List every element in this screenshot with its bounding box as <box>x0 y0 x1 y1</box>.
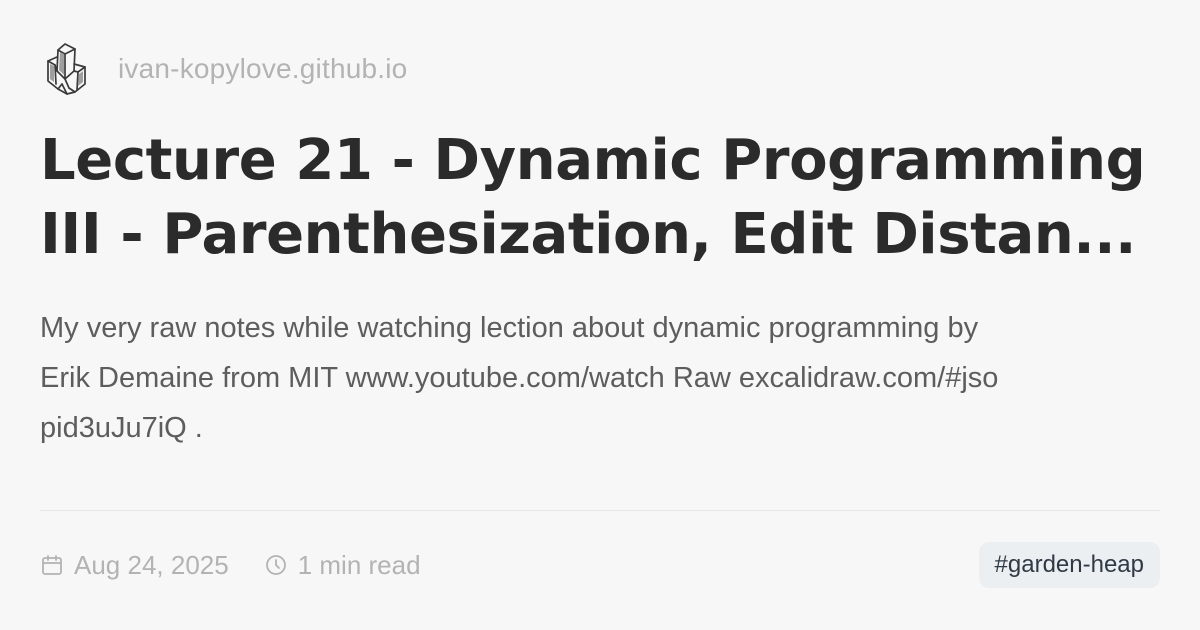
footer-divider <box>40 510 1160 511</box>
post-description: My very raw notes while watching lection… <box>40 303 1160 453</box>
calendar-icon <box>42 555 62 575</box>
description-line: My very raw notes while watching lection… <box>40 312 979 344</box>
publish-date: Aug 24, 2025 <box>40 550 229 581</box>
clock-icon <box>265 555 286 575</box>
post-meta-footer: Aug 24, 2025 1 min read #garden-heap <box>40 540 1160 590</box>
crystal-icon <box>47 43 86 95</box>
description-line: Erik Demaine from MIT www.youtube.com/wa… <box>40 362 999 394</box>
reading-time: 1 min read <box>264 550 421 581</box>
publish-date-text: Aug 24, 2025 <box>74 549 229 580</box>
post-title: Lecture 21 - Dynamic Programming III - P… <box>40 128 1146 267</box>
site-header: ivan-kopylove.github.io <box>40 40 407 98</box>
post-meta: Aug 24, 2025 1 min read <box>40 550 421 581</box>
garden-heap-tag[interactable]: #garden-heap <box>978 542 1160 588</box>
reading-time-text: 1 min read <box>297 549 421 580</box>
description-line: pid3uJu7iQ . <box>40 412 203 444</box>
preview-card: ivan-kopylove.github.io Lecture 21 - Dyn… <box>0 0 1200 630</box>
site-url[interactable]: ivan-kopylove.github.io <box>118 53 407 85</box>
